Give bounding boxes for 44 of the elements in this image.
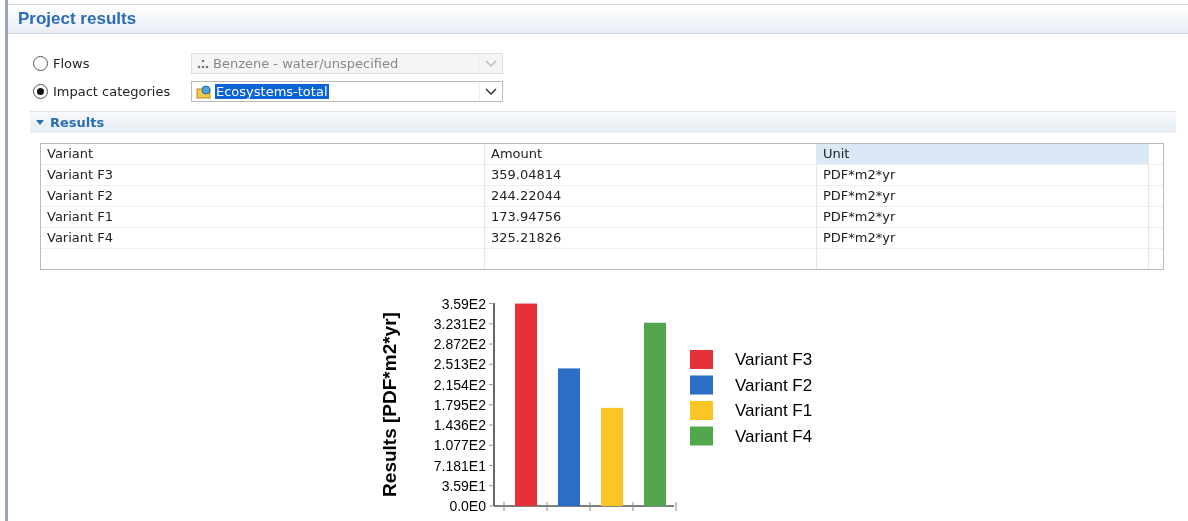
table-cell: PDF*m2*yr bbox=[817, 186, 1149, 206]
legend-label: Variant F1 bbox=[735, 401, 813, 420]
chevron-down-icon bbox=[485, 87, 497, 96]
dropdown-value: Benzene - water/unspecified bbox=[213, 56, 400, 71]
folder-globe-icon bbox=[196, 84, 212, 99]
tick-label: 3.59E2 bbox=[441, 295, 486, 312]
table-cell: 359.04814 bbox=[485, 165, 817, 185]
tick-label: 2.872E2 bbox=[433, 336, 486, 353]
dots-icon bbox=[196, 57, 210, 70]
legend-swatch bbox=[690, 375, 713, 395]
legend-label: Variant F3 bbox=[735, 350, 813, 369]
tick-label: 7.181E1 bbox=[433, 457, 486, 474]
window-title: Project results bbox=[18, 9, 137, 29]
tick-label: 2.513E2 bbox=[433, 356, 486, 373]
axis-title: Results [PDF*m2*yr] bbox=[379, 312, 400, 497]
legend-swatch bbox=[690, 401, 713, 420]
tick-label: 1.436E2 bbox=[433, 417, 486, 434]
tick-label: 1.795E2 bbox=[433, 396, 486, 413]
table-cell: 173.94756 bbox=[485, 207, 817, 227]
table-cell: PDF*m2*yr bbox=[817, 207, 1149, 227]
legend-label: Variant F2 bbox=[735, 375, 813, 395]
table-cell: PDF*m2*yr bbox=[817, 228, 1149, 248]
dropdown-field[interactable]: Ecosystems-total bbox=[191, 81, 503, 102]
column-header[interactable]: Variant bbox=[41, 144, 485, 164]
tick-label: 2.154E2 bbox=[433, 376, 486, 393]
table-cell: PDF*m2*yr bbox=[817, 165, 1149, 185]
table-cell: Variant F1 bbox=[41, 207, 485, 227]
legend-swatch bbox=[690, 350, 713, 369]
radio-button[interactable]: Impact categories bbox=[33, 84, 191, 99]
table-cell: 325.21826 bbox=[485, 228, 817, 248]
table-cell: Variant F2 bbox=[41, 186, 485, 206]
legend-label: Variant F4 bbox=[735, 426, 813, 446]
table-cell: 244.22044 bbox=[485, 186, 817, 206]
legend-swatch bbox=[690, 426, 713, 446]
tick-label: 3.59E1 bbox=[441, 477, 486, 494]
tick-label: 1.077E2 bbox=[433, 437, 486, 454]
table-cell: Variant F3 bbox=[41, 165, 485, 185]
section-header[interactable]: Results bbox=[30, 111, 1176, 133]
tick-label: 3.231E2 bbox=[433, 315, 486, 332]
table-cell: Variant F4 bbox=[41, 228, 485, 248]
chevron-down-icon bbox=[485, 59, 497, 68]
dropdown-value: Ecosystems-total bbox=[215, 84, 329, 99]
tick-label: 0.0E0 bbox=[449, 498, 486, 514]
column-header[interactable]: Unit bbox=[817, 144, 1149, 164]
